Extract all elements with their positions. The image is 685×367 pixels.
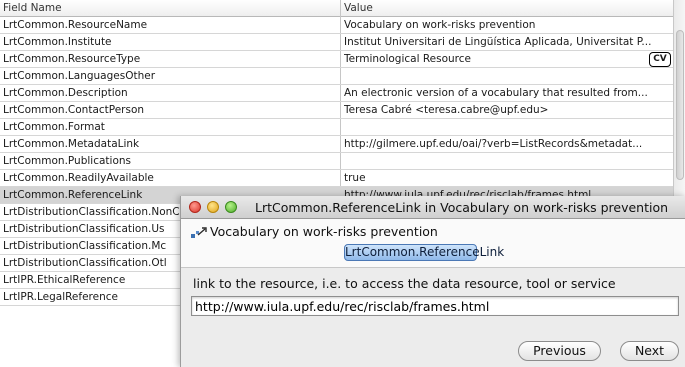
dialog-titlebar[interactable]: LrtCommon.ReferenceLink in Vocabulary on… [181,196,685,219]
wizard-arrow-icon [191,227,207,238]
table-row[interactable]: LrtCommon.ReadilyAvailable true [0,170,673,187]
table-row[interactable]: LrtCommon.Publications [0,153,673,170]
value-cell: Institut Universitari de Lingüística Apl… [344,36,652,48]
table-row[interactable]: LrtCommon.Institute Institut Universitari… [0,34,673,51]
value-cell: Terminological Resource [344,53,471,65]
table-row[interactable]: LrtCommon.ResourceName Vocabulary on work… [0,17,673,34]
field-name-cell: LrtCommon.ResourceName [3,19,148,31]
field-name-cell: LrtCommon.Description [3,87,128,99]
table-row[interactable]: LrtCommon.Format [0,119,673,136]
field-name-cell: LrtCommon.ReadilyAvailable [3,172,154,184]
field-name-cell: LrtCommon.MetadataLink [3,138,140,150]
value-cell: Vocabulary on work-risks prevention [344,19,536,31]
field-name-cell: LrtCommon.LanguagesOther [3,70,156,82]
field-description: link to the resource, i.e. to access the… [193,276,616,291]
value-cell: An electronic version of a vocabulary th… [344,87,648,99]
field-name-badge: LrtCommon.ReferenceLink [344,244,505,261]
next-button[interactable]: Next [620,341,679,361]
reference-link-input[interactable] [191,296,679,316]
table-row[interactable]: LrtCommon.ResourceType Terminological Res… [0,51,673,68]
previous-button[interactable]: Previous [518,341,601,361]
dialog-title: LrtCommon.ReferenceLink in Vocabulary on… [255,200,669,215]
zoom-icon[interactable] [225,201,237,213]
field-name-cell: LrtCommon.ResourceType [3,53,141,65]
table-row[interactable]: LrtCommon.ContactPerson Teresa Cabré <ter… [0,102,673,119]
field-name-cell: LrtCommon.Format [3,121,105,133]
field-name-column-header[interactable]: Field Name [3,2,62,14]
vocabulary-title: Vocabulary on work-risks prevention [210,224,438,239]
value-column-header[interactable]: Value [344,2,373,14]
field-name-cell: LrtCommon.Institute [3,36,112,48]
field-name-cell: LrtCommon.Publications [3,155,132,167]
controlled-vocabulary-badge[interactable]: CV [649,52,671,67]
table-row[interactable]: LrtCommon.Description An electronic versi… [0,85,673,102]
edit-field-dialog: LrtCommon.ReferenceLink in Vocabulary on… [180,196,685,367]
table-header: Field Name Value [0,0,673,17]
table-row[interactable]: LrtCommon.MetadataLink http://gilmere.upf… [0,136,673,153]
field-name-cell: LrtCommon.ContactPerson [3,104,145,116]
value-cell: true [344,172,366,184]
table-row[interactable]: LrtCommon.LanguagesOther [0,68,673,85]
close-icon[interactable] [189,201,201,213]
value-cell: Teresa Cabré <teresa.cabre@upf.edu> [344,104,549,116]
minimize-icon[interactable] [207,201,219,213]
scrollbar-thumb[interactable] [676,30,684,180]
value-cell: http://gilmere.upf.edu/oai/?verb=ListRec… [344,138,643,150]
